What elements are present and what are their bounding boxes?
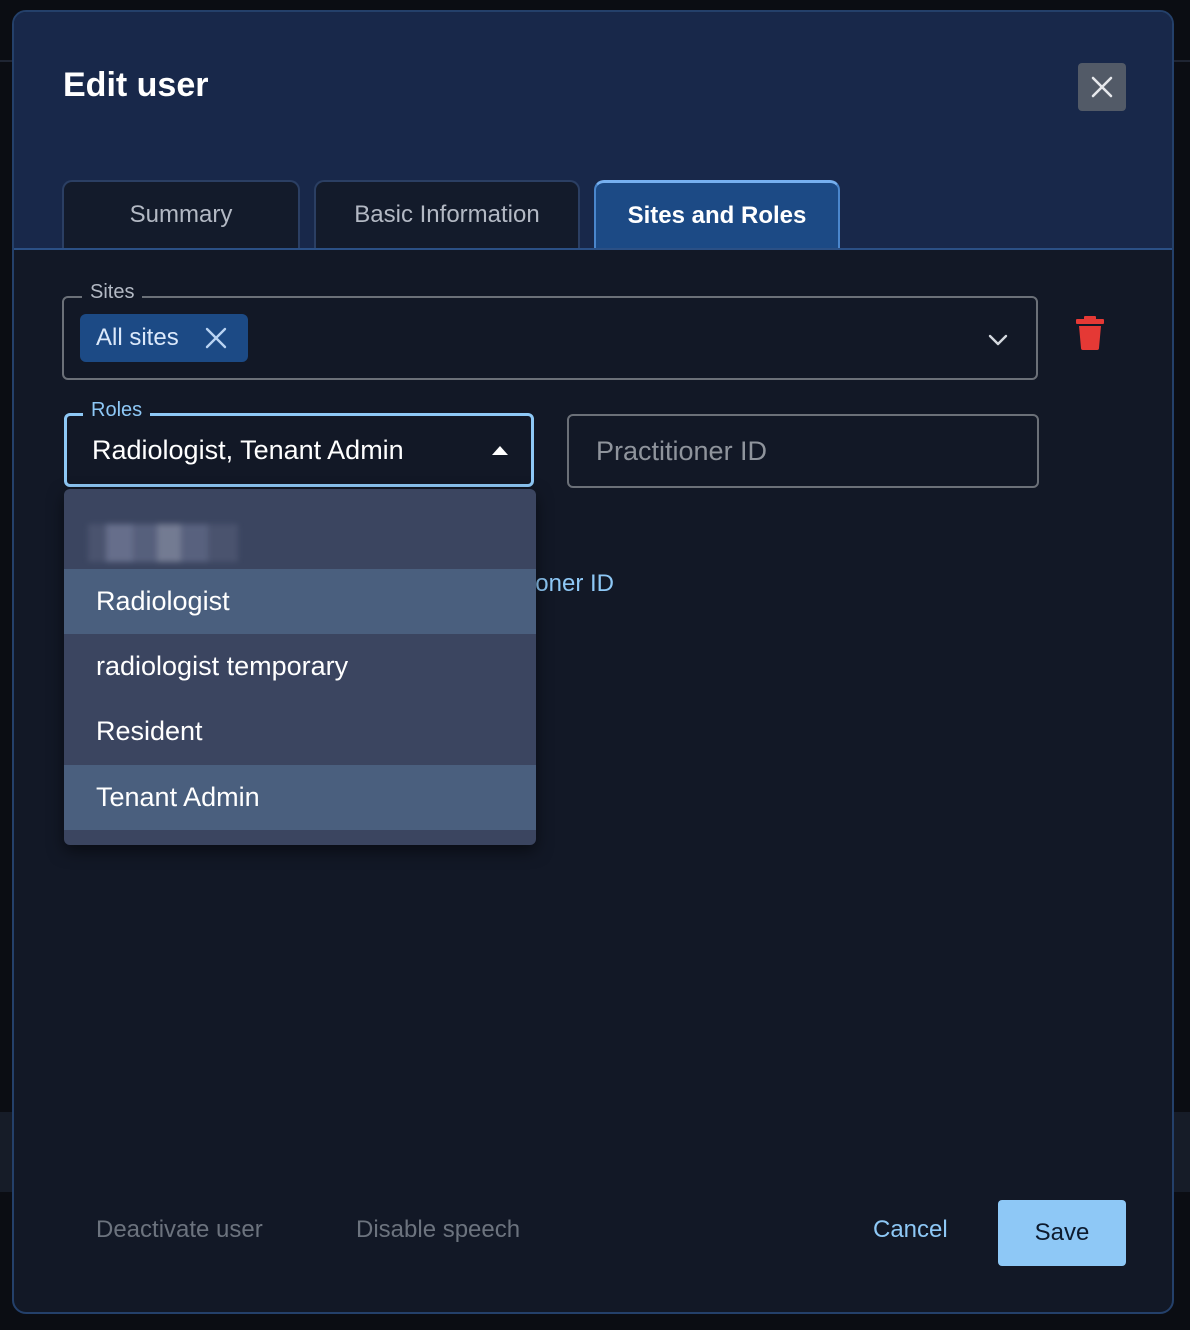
site-chip: All sites xyxy=(80,314,248,362)
close-icon xyxy=(1091,76,1113,98)
roles-select[interactable]: Roles Radiologist, Tenant Admin xyxy=(64,399,534,487)
trash-icon[interactable] xyxy=(1074,315,1106,351)
redacted-text xyxy=(88,524,238,562)
roles-value: Radiologist, Tenant Admin xyxy=(92,435,404,465)
role-option-tenant-admin[interactable]: Tenant Admin xyxy=(64,765,536,830)
sites-label: Sites xyxy=(82,281,143,304)
save-button[interactable]: Save xyxy=(998,1200,1126,1266)
chevron-down-icon[interactable] xyxy=(986,328,1010,352)
role-option-radiologist-temporary[interactable]: radiologist temporary xyxy=(64,634,536,699)
practitioner-id-placeholder: Practitioner ID xyxy=(596,436,768,466)
cancel-button[interactable]: Cancel xyxy=(873,1216,948,1244)
role-option-redacted[interactable] xyxy=(64,502,536,567)
roles-dropdown-menu: Radiologist radiologist temporary Reside… xyxy=(64,489,536,845)
tab-basic-information[interactable]: Basic Information xyxy=(314,180,580,248)
background-panel xyxy=(1174,1112,1190,1192)
dialog-title: Edit user xyxy=(63,66,209,104)
practitioner-id-input[interactable]: Practitioner ID xyxy=(567,414,1039,488)
edit-user-dialog: Edit user Summary Basic Information Site… xyxy=(12,10,1174,1314)
background-panel xyxy=(0,1112,12,1192)
role-option-resident[interactable]: Resident xyxy=(64,699,536,764)
close-button[interactable] xyxy=(1078,63,1126,111)
background-divider xyxy=(1174,60,1190,62)
chip-remove-icon[interactable] xyxy=(204,326,228,350)
site-chip-label: All sites xyxy=(96,324,179,351)
deactivate-user-button[interactable]: Deactivate user xyxy=(96,1216,263,1244)
caret-up-icon xyxy=(492,446,508,455)
tab-sites-and-roles[interactable]: Sites and Roles xyxy=(594,180,840,248)
tab-summary[interactable]: Summary xyxy=(62,180,300,248)
background-divider xyxy=(0,60,12,62)
sites-select[interactable]: Sites All sites xyxy=(62,281,1038,380)
dialog-header: Edit user Summary Basic Information Site… xyxy=(14,12,1172,250)
roles-label: Roles xyxy=(83,399,151,422)
disable-speech-button[interactable]: Disable speech xyxy=(356,1216,520,1244)
role-option-radiologist[interactable]: Radiologist xyxy=(64,569,536,634)
